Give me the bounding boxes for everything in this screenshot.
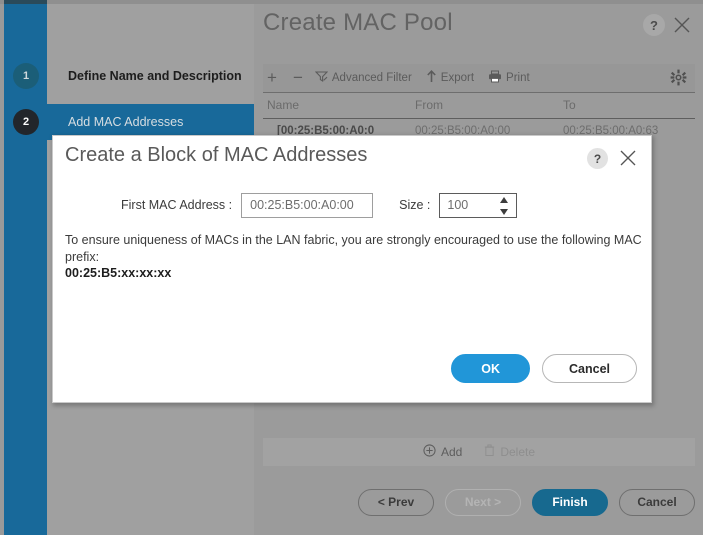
first-mac-address-label: First MAC Address : — [121, 198, 233, 212]
dialog-help-glyph: ? — [593, 151, 602, 166]
wizard-step-item-define-name[interactable]: Define Name and Description — [47, 58, 254, 94]
add-row-button[interactable]: + — [263, 68, 277, 88]
minus-icon: − — [292, 68, 303, 87]
wizard-step-label-2: Add MAC Addresses — [68, 115, 184, 129]
column-header-name[interactable]: Name — [267, 98, 299, 112]
next-button: Next > — [445, 488, 521, 516]
help-glyph: ? — [650, 17, 658, 33]
advanced-filter-button[interactable]: Advanced Filter — [314, 70, 412, 86]
wizard-step-number-2: 2 — [22, 116, 30, 128]
dialog-help-icon[interactable]: ? — [587, 148, 608, 169]
size-label: Size : — [399, 198, 431, 212]
wizard-cancel-button[interactable]: Cancel — [619, 488, 695, 516]
close-icon[interactable] — [671, 14, 693, 36]
ok-button[interactable]: OK — [451, 354, 530, 383]
column-header-from[interactable]: From — [415, 98, 443, 112]
table-header: Name From To — [263, 94, 695, 119]
prev-button[interactable]: < Prev — [358, 488, 434, 516]
export-icon — [426, 70, 437, 86]
dialog-close-icon[interactable] — [617, 147, 639, 169]
app-window: 1 2 Define Name and Description Add MAC … — [0, 0, 703, 535]
wizard-step-badge-1[interactable]: 1 — [13, 63, 39, 89]
dialog-button-bar: OK Cancel — [53, 354, 651, 383]
add-button[interactable]: Add — [423, 444, 462, 460]
filter-icon — [314, 70, 329, 86]
delete-button[interactable]: Delete — [484, 444, 535, 460]
size-stepper[interactable]: 100 — [439, 192, 518, 218]
first-mac-address-input[interactable] — [241, 192, 374, 218]
wizard-button-bar: < Prev Next > Finish Cancel — [263, 487, 695, 517]
add-circle-icon — [423, 444, 436, 460]
delete-label: Delete — [500, 445, 536, 459]
chevron-down-icon[interactable] — [500, 208, 509, 215]
dialog-form-row: First MAC Address : Size : 100 — [53, 190, 653, 220]
wizard-step-number-1: 1 — [22, 70, 30, 82]
plus-icon: + — [267, 68, 277, 87]
dialog-cancel-button[interactable]: Cancel — [542, 354, 637, 383]
chevron-up-icon[interactable] — [500, 196, 509, 203]
table-toolbar: + − Advanced Filter Export Print — [263, 64, 695, 93]
advanced-filter-label: Advanced Filter — [331, 72, 412, 84]
column-header-to[interactable]: To — [563, 98, 576, 112]
size-spinner[interactable] — [500, 196, 509, 215]
gear-icon[interactable] — [670, 69, 687, 91]
export-button[interactable]: Export — [426, 70, 474, 86]
dialog-title: Create a Block of MAC Addresses — [65, 144, 368, 166]
table-action-strip: Add Delete — [263, 438, 695, 466]
mac-prefix-value: 00:25:B5:xx:xx:xx — [65, 266, 172, 280]
help-icon[interactable]: ? — [643, 14, 665, 36]
add-label: Add — [440, 445, 463, 459]
wizard-step-rail: 1 2 — [4, 4, 47, 535]
page-title: Create MAC Pool — [263, 9, 453, 36]
finish-button[interactable]: Finish — [532, 488, 608, 516]
mac-prefix-hint: To ensure uniqueness of MACs in the LAN … — [65, 233, 642, 264]
remove-row-button[interactable]: − — [289, 68, 303, 88]
size-value: 100 — [447, 197, 469, 212]
print-label: Print — [506, 72, 530, 84]
trash-icon — [484, 444, 495, 460]
wizard-step-badge-2[interactable]: 2 — [13, 109, 39, 135]
create-mac-block-dialog: Create a Block of MAC Addresses ? First … — [52, 135, 652, 403]
printer-icon — [488, 70, 502, 86]
print-button[interactable]: Print — [488, 70, 530, 86]
export-label: Export — [440, 72, 475, 84]
wizard-step-label-1: Define Name and Description — [68, 69, 242, 83]
